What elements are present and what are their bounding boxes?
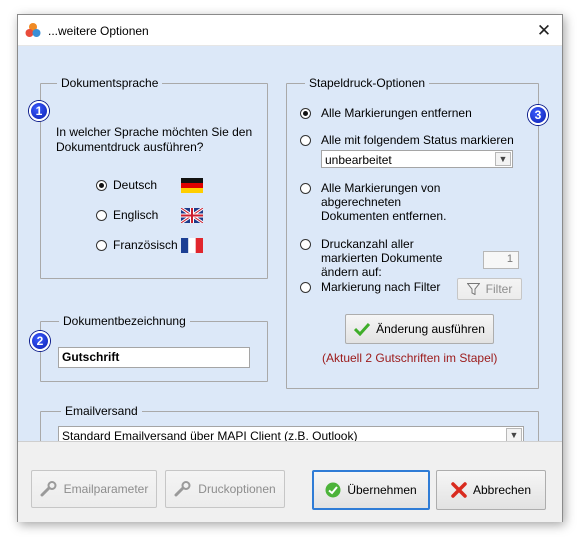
- fr-flag-icon: [181, 238, 203, 253]
- radio-remove-all-label: Alle Markierungen entfernen: [321, 106, 472, 120]
- status-select[interactable]: unbearbeitet ▼: [321, 150, 513, 168]
- cancel-x-icon: [451, 482, 467, 498]
- radio-franzoesisch-label: Französisch: [113, 238, 178, 252]
- checkmark-icon: [354, 322, 371, 336]
- radio-franzoesisch[interactable]: Französisch: [96, 238, 178, 252]
- radio-remove-all-indicator[interactable]: [300, 108, 311, 119]
- radio-mark-status-label: Alle mit folgendem Status markieren: [321, 133, 514, 147]
- close-button[interactable]: ✕: [526, 15, 562, 46]
- de-flag-icon: [181, 178, 203, 193]
- radio-print-count[interactable]: Druckanzahl aller markierten Dokumente ä…: [300, 237, 471, 279]
- email-params-label: Emailparameter: [63, 482, 149, 496]
- radio-remove-billed-label: Alle Markierungen von abgerechneten Doku…: [321, 181, 447, 223]
- filter-button-label: Filter: [485, 282, 513, 296]
- badge-2: 2: [30, 331, 50, 351]
- radio-englisch[interactable]: Englisch: [96, 208, 158, 222]
- radio-remove-billed[interactable]: Alle Markierungen von abgerechneten Doku…: [300, 181, 471, 223]
- wrench-icon: [174, 481, 191, 497]
- radio-remove-billed-indicator[interactable]: [300, 183, 311, 194]
- window-title: ...weitere Optionen: [48, 24, 149, 38]
- cancel-button[interactable]: Abbrechen: [436, 470, 546, 510]
- radio-deutsch[interactable]: Deutsch: [96, 178, 157, 192]
- title-bar: ...weitere Optionen ✕: [18, 15, 562, 46]
- email-group-legend: Emailversand: [61, 404, 142, 418]
- batch-status-hint: (Aktuell 2 Gutschriften im Stapel): [322, 351, 498, 365]
- app-logo-icon: [25, 23, 41, 37]
- print-options-button[interactable]: Druckoptionen: [165, 470, 285, 508]
- language-group-legend: Dokumentsprache: [57, 76, 163, 90]
- badge-3: 3: [528, 105, 548, 125]
- radio-franzoesisch-indicator[interactable]: [96, 240, 107, 251]
- radio-deutsch-label: Deutsch: [113, 178, 158, 192]
- cancel-label: Abbrechen: [472, 483, 532, 497]
- designation-group-legend: Dokumentbezeichnung: [59, 314, 190, 328]
- apply-change-label: Änderung ausführen: [376, 322, 485, 336]
- chevron-down-icon[interactable]: ▼: [506, 428, 522, 442]
- radio-filter-indicator[interactable]: [300, 282, 311, 293]
- uk-flag-icon: [181, 208, 203, 223]
- language-question: In welcher Sprache möchten Sie den Dokum…: [56, 125, 253, 154]
- accept-button[interactable]: Übernehmen: [312, 470, 430, 510]
- dialog-content: Dokumentsprache 1 In welcher Sprache möc…: [18, 46, 562, 464]
- radio-englisch-indicator[interactable]: [96, 210, 107, 221]
- apply-change-button[interactable]: Änderung ausführen: [345, 314, 494, 344]
- radio-englisch-label: Englisch: [113, 208, 159, 222]
- designation-input[interactable]: Gutschrift: [58, 347, 250, 368]
- chevron-down-icon[interactable]: ▼: [495, 152, 511, 166]
- radio-mark-status-indicator[interactable]: [300, 135, 311, 146]
- print-options-label: Druckoptionen: [198, 482, 276, 496]
- button-bar: Emailparameter Druckoptionen Übernehmen …: [18, 441, 562, 522]
- radio-print-count-label: Druckanzahl aller markierten Dokumente ä…: [321, 237, 443, 279]
- options-dialog: ...weitere Optionen ✕ Dokumentsprache 1 …: [17, 14, 563, 522]
- print-count-field[interactable]: 1: [483, 251, 519, 269]
- wrench-icon: [40, 481, 57, 497]
- radio-print-count-indicator[interactable]: [300, 239, 311, 250]
- radio-filter[interactable]: Markierung nach Filter: [300, 280, 440, 294]
- check-circle-icon: [325, 482, 341, 498]
- status-select-value: unbearbeitet: [325, 153, 392, 167]
- badge-1: 1: [29, 101, 49, 121]
- accept-label: Übernehmen: [347, 483, 417, 497]
- radio-remove-all[interactable]: Alle Markierungen entfernen: [300, 106, 472, 120]
- radio-mark-status[interactable]: Alle mit folgendem Status markieren: [300, 133, 514, 147]
- batch-group-legend: Stapeldruck-Optionen: [305, 76, 430, 90]
- filter-icon: [466, 283, 480, 295]
- radio-filter-label: Markierung nach Filter: [321, 280, 441, 294]
- close-icon: ✕: [536, 20, 552, 40]
- radio-deutsch-indicator[interactable]: [96, 180, 107, 191]
- email-params-button[interactable]: Emailparameter: [31, 470, 157, 508]
- filter-button[interactable]: Filter: [457, 278, 522, 300]
